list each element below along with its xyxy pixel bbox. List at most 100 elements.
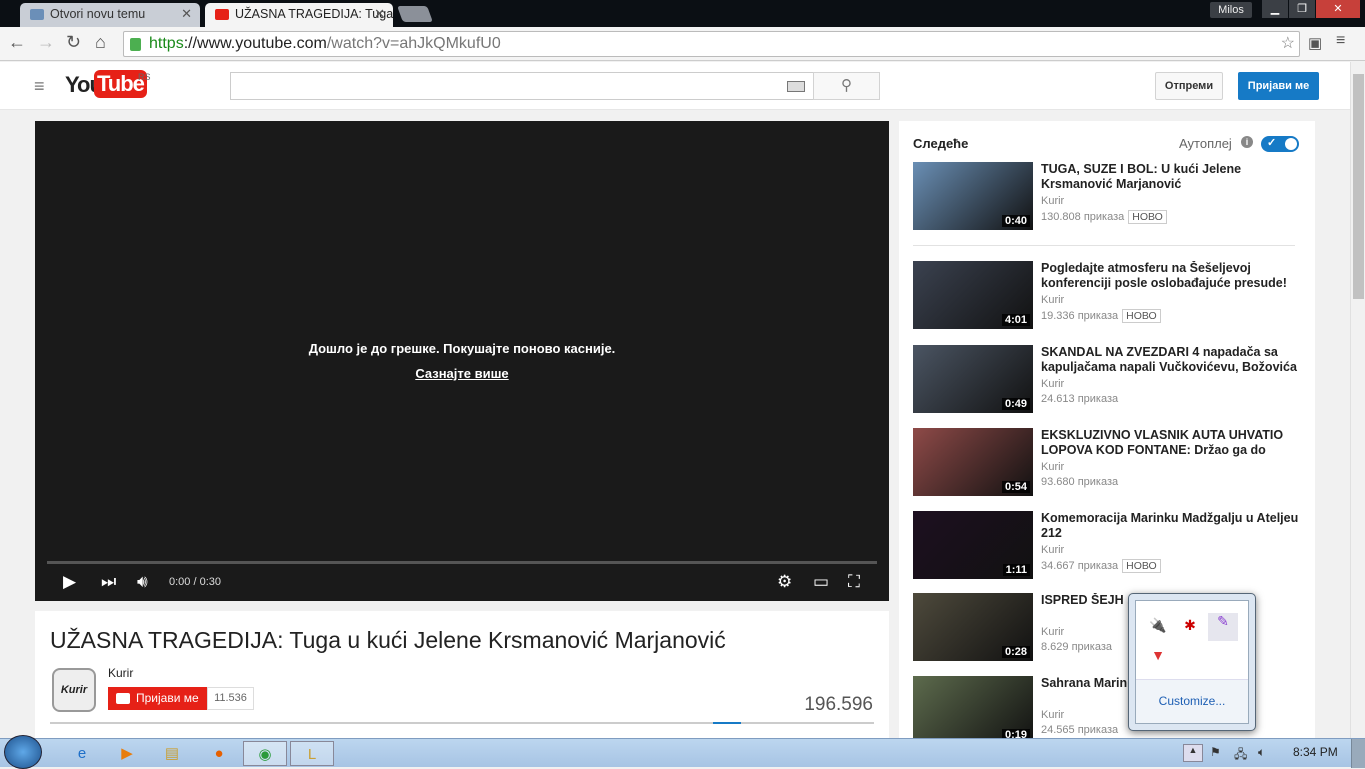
volume-tray-icon[interactable]: 🔈︎ [1258, 745, 1265, 760]
address-bar[interactable]: https://www.youtube.com/watch?v=ahJkQMku… [123, 31, 1300, 57]
video-list-views: 34.667 приказа [1041, 560, 1119, 572]
video-thumbnail[interactable]: 4:01 [913, 261, 1033, 329]
close-window-button[interactable]: ✕ [1316, 0, 1360, 18]
video-list-item[interactable]: 1:11 Komemoracija Marinku Madžgalju u At… [913, 511, 1303, 579]
video-list-channel: Kurir [1041, 461, 1065, 473]
url-host: ://www.youtube.com [183, 35, 327, 52]
video-list-title[interactable]: SKANDAL NA ZVEZDARI 4 napadača sa kapulj… [1041, 345, 1303, 375]
video-thumbnail[interactable]: 0:40 [913, 162, 1033, 230]
youtube-play-icon [116, 693, 130, 704]
video-list-item[interactable]: 0:54 EKSKLUZIVNO VLASNIK AUTA UHVATIO LO… [913, 428, 1303, 496]
minimize-button[interactable]: ▁ [1262, 0, 1288, 18]
guide-menu-icon[interactable]: ≡ [34, 76, 45, 97]
duration-badge: 0:54 [1001, 481, 1030, 493]
video-list-channel: Kurir [1041, 626, 1065, 638]
tab-otvori-novu-temu[interactable]: Otvori novu temu ✕ [20, 3, 200, 27]
next-icon[interactable]: ⏭ [101, 572, 116, 592]
action-center-flag-icon[interactable]: ⚑ [1210, 745, 1221, 759]
video-list-views: 24.613 приказа [1041, 393, 1119, 405]
close-tab-icon[interactable]: ✕ [181, 6, 192, 22]
video-thumbnail[interactable]: 0:49 [913, 345, 1033, 413]
video-list-item[interactable]: 0:40 TUGA, SUZE I BOL: U kući Jelene Krs… [913, 162, 1303, 230]
video-list-views: 93.680 приказа [1041, 476, 1119, 488]
youtube-header: ≡ You Tube RS ⚲ Отпреми Пријави ме [0, 62, 1350, 110]
search-button[interactable]: ⚲ [813, 72, 880, 100]
forward-icon[interactable]: → [37, 32, 55, 53]
video-list-channel: Kurir [1041, 195, 1065, 207]
customize-link[interactable]: Customize... [1136, 679, 1248, 723]
progress-bar[interactable] [47, 561, 877, 564]
show-desktop-button[interactable] [1351, 739, 1365, 768]
video-list-title[interactable]: Pogledajte atmosferu na Šešeljevoj konfe… [1041, 261, 1303, 291]
autoplay-label: Аутоплеј [1179, 136, 1232, 151]
show-hidden-icons-button[interactable]: ▲ [1183, 744, 1203, 762]
close-tab-icon[interactable]: ✕ [374, 6, 385, 22]
up-next-heading: Следеће [913, 136, 969, 151]
video-player[interactable]: Дошло је до грешке. Покушајте поново кас… [35, 121, 889, 601]
new-tab-button[interactable] [397, 6, 433, 22]
video-thumbnail[interactable]: 0:19 [913, 676, 1033, 744]
video-list-title[interactable]: Komemoracija Marinku Madžgalju u Ateljeu… [1041, 511, 1303, 541]
video-thumbnail[interactable]: 1:11 [913, 511, 1033, 579]
start-button[interactable] [4, 735, 42, 769]
back-icon[interactable]: ← [8, 32, 26, 53]
tray-app-icon[interactable]: ✱ [1180, 617, 1200, 637]
video-thumbnail[interactable]: 0:54 [913, 428, 1033, 496]
duration-badge: 0:49 [1001, 398, 1030, 410]
usb-safe-remove-icon[interactable]: 🔌 [1148, 617, 1168, 637]
bookmark-star-icon[interactable]: ☆ [1281, 33, 1295, 53]
search-input[interactable] [230, 72, 814, 100]
video-list-views: 24.565 приказа [1041, 724, 1119, 736]
tray-overflow-popup: 🔌 ✱ ✎ ▼ Customize... [1128, 593, 1256, 731]
volume-icon[interactable]: 🔊︎ [137, 572, 148, 592]
firefox-icon[interactable]: ● [197, 741, 241, 766]
video-list-title[interactable]: TUGA, SUZE I BOL: U kući Jelene Krsmanov… [1041, 162, 1303, 192]
clock[interactable]: 8:34 PM [1293, 745, 1338, 759]
video-list-item[interactable]: 4:01 Pogledajte atmosferu na Šešeljevoj … [913, 261, 1303, 329]
network-icon[interactable]: 🖧 [1234, 745, 1247, 766]
new-badge: НОВО [1122, 559, 1161, 573]
menu-icon[interactable]: ≡ [1336, 32, 1345, 50]
file-explorer-icon[interactable]: ▤ [150, 741, 194, 766]
settings-gear-icon[interactable]: ⚙ [777, 572, 792, 592]
tab-label: UŽASNA TRAGEDIJA: Tuga [235, 7, 393, 21]
upload-button[interactable]: Отпреми [1155, 72, 1223, 100]
media-player-icon[interactable]: ▶ [105, 741, 149, 766]
video-list-item[interactable]: 0:49 SKANDAL NA ZVEZDARI 4 napadača sa k… [913, 345, 1303, 413]
subscribe-label: Пријави ме [136, 691, 199, 705]
subscribe-button[interactable]: Пријави ме [108, 687, 207, 710]
video-list-title[interactable]: EKSKLUZIVNO VLASNIK AUTA UHVATIO LOPOVA … [1041, 428, 1303, 458]
extension-icon[interactable]: ▣ [1308, 34, 1322, 52]
tab-label: Otvori novu temu [50, 7, 146, 21]
feather-icon[interactable]: ✎ [1208, 613, 1238, 641]
chrome-icon[interactable]: ◉ [243, 741, 287, 766]
learn-more-link[interactable]: Сазнајте више [35, 366, 889, 381]
error-message: Дошло је до грешке. Покушајте поново кас… [308, 341, 616, 356]
reload-icon[interactable]: ↻ [66, 32, 81, 53]
profile-button[interactable]: Milos [1210, 2, 1252, 18]
channel-name[interactable]: Kurir [108, 666, 133, 680]
keyboard-icon[interactable] [787, 81, 805, 92]
internet-explorer-icon[interactable]: e [60, 741, 104, 766]
home-icon[interactable]: ⌂ [95, 32, 106, 53]
new-badge: НОВО [1122, 309, 1161, 323]
video-list-views: 8.629 приказа [1041, 641, 1113, 653]
video-thumbnail[interactable]: 0:28 [913, 593, 1033, 661]
page-scrollbar[interactable] [1350, 62, 1365, 738]
maximize-button[interactable]: ❐ [1289, 0, 1315, 18]
like-ratio-bar [50, 722, 874, 724]
fullscreen-icon[interactable]: ⛶ [848, 572, 860, 592]
league-of-legends-icon[interactable]: L [290, 741, 334, 766]
autoplay-toggle[interactable]: ✓ [1261, 136, 1299, 152]
info-icon[interactable]: i [1241, 136, 1253, 148]
sign-in-button[interactable]: Пријави ме [1238, 72, 1319, 100]
play-icon[interactable]: ▶ [63, 572, 76, 592]
duration-badge: 1:11 [1002, 564, 1030, 576]
duration-badge: 0:28 [1001, 646, 1030, 658]
antivirus-icon[interactable]: ▼ [1148, 647, 1168, 667]
channel-avatar[interactable]: Kurir [52, 668, 96, 712]
video-list-channel: Kurir [1041, 709, 1065, 721]
tab-youtube-video[interactable]: UŽASNA TRAGEDIJA: Tuga ✕ [205, 3, 393, 27]
theater-mode-icon[interactable]: ▭ [813, 572, 829, 592]
lock-icon [130, 38, 141, 51]
